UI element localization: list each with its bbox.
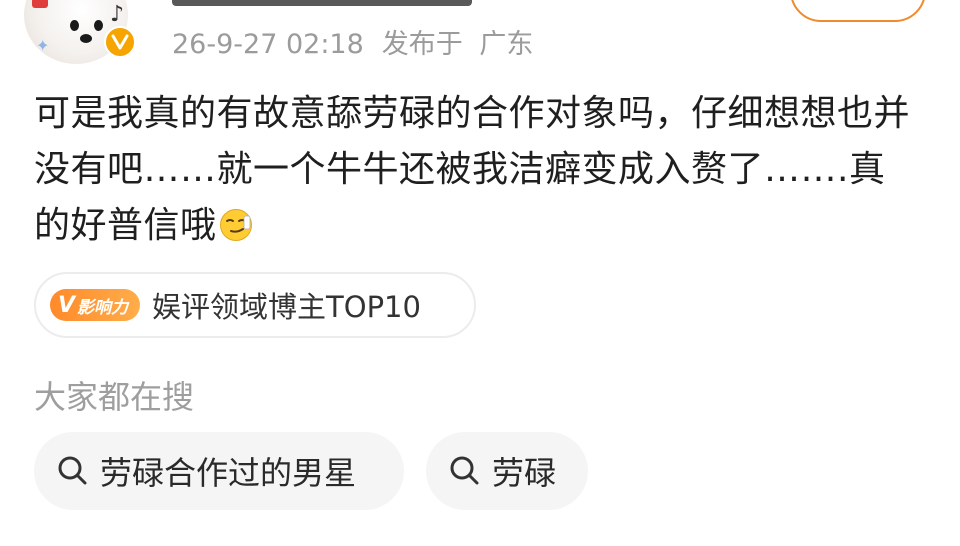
- influence-v-icon: V: [58, 292, 76, 318]
- post-text: 可是我真的有故意舔劳碌的合作对象吗，仔细想想也并没有吧……就一个牛牛还被我洁癖变…: [34, 93, 911, 246]
- sparkle-icon: ✦: [36, 36, 50, 55]
- weibo-post: ✦ ♪ 26-9-27 02:18 发布于 广东 可是我真的有故意舔劳碌的合作对象…: [0, 0, 960, 546]
- search-section-heading: 大家都在搜: [34, 378, 195, 416]
- influence-badge-chip[interactable]: V 影响力 娱评领域博主TOP10: [34, 272, 476, 338]
- dog-nose: [80, 34, 92, 43]
- bow-decoration: [32, 0, 48, 8]
- influence-label: 娱评领域博主TOP10: [152, 290, 421, 324]
- username[interactable]: [172, 0, 472, 6]
- influence-badge-label: 影响力: [77, 297, 129, 318]
- post-text-block: 可是我真的有故意舔劳碌的合作对象吗，仔细想想也并没有吧……就一个牛牛还被我洁癖变…: [34, 86, 914, 254]
- search-chip[interactable]: 劳碌合作过的男星: [34, 432, 404, 510]
- search-icon: [450, 456, 479, 485]
- search-chip-label: 劳碌合作过的男星: [100, 454, 357, 492]
- post-meta: 26-9-27 02:18 发布于 广东: [172, 22, 533, 61]
- verified-badge-icon: [104, 26, 136, 58]
- follow-button[interactable]: [790, 0, 926, 22]
- influence-badge: V 影响力: [50, 289, 141, 321]
- dog-eye-right: [94, 20, 103, 31]
- dog-eye-left: [70, 20, 79, 31]
- search-chip[interactable]: 劳碌: [426, 432, 588, 510]
- search-icon: [58, 456, 87, 485]
- post-location-prefix: 发布于: [381, 29, 463, 60]
- smirk-emoji-icon: [219, 203, 253, 241]
- search-chip-label: 劳碌: [492, 454, 557, 492]
- post-location: 广东: [479, 29, 534, 60]
- post-timestamp: 26-9-27 02:18: [172, 29, 364, 60]
- music-note-icon: ♪: [110, 2, 125, 27]
